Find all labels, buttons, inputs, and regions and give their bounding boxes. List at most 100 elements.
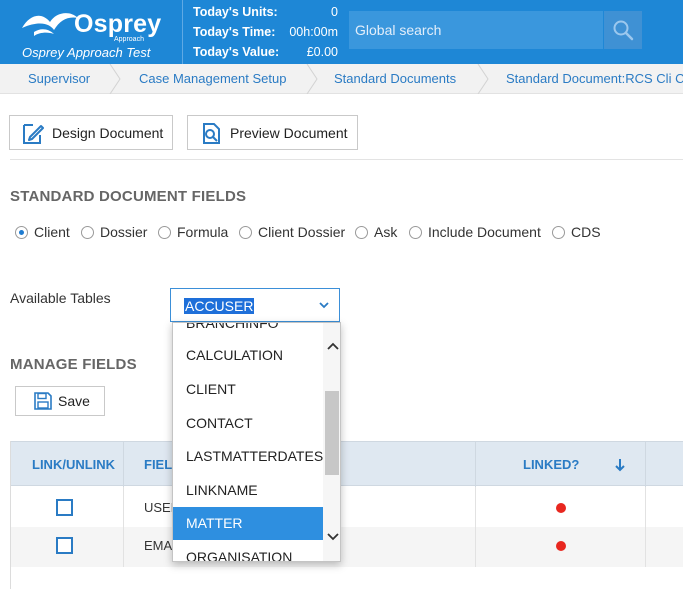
stat-value-total: Today's Value: £0.00 bbox=[193, 43, 343, 63]
brand-tagline: Osprey Approach Test bbox=[22, 45, 151, 60]
preview-document-icon bbox=[203, 122, 220, 144]
dropdown-option-linkname[interactable]: LINKNAME bbox=[173, 474, 324, 507]
radio-button[interactable] bbox=[239, 225, 252, 239]
save-label: Save bbox=[58, 393, 90, 409]
save-button[interactable]: Save bbox=[15, 386, 105, 416]
breadcrumb-standard-documents[interactable]: Standard Documents bbox=[334, 71, 456, 86]
radio-label: Formula bbox=[177, 224, 229, 240]
radio-client-dossier[interactable]: Client Dossier bbox=[239, 224, 345, 240]
osprey-bird-logo-icon bbox=[22, 13, 78, 36]
radio-ask[interactable]: Ask bbox=[355, 224, 397, 240]
cell-divider bbox=[123, 487, 124, 527]
header-divider bbox=[182, 0, 183, 64]
table-row: EMA bbox=[11, 527, 683, 567]
radio-label: Include Document bbox=[428, 224, 541, 240]
radio-label: Ask bbox=[374, 224, 398, 240]
column-divider bbox=[645, 442, 646, 487]
edit-document-icon bbox=[23, 123, 44, 144]
available-tables-label: Available Tables bbox=[10, 290, 111, 306]
manage-fields-table: LINK/UNLINK FIEL LINKED? USEF EMA bbox=[10, 441, 683, 589]
logo[interactable]: Osprey Approach Osprey Approach Test bbox=[10, 4, 180, 62]
search-icon bbox=[613, 20, 634, 41]
selected-table-value: ACCUSER bbox=[184, 298, 255, 314]
design-document-button[interactable]: Design Document bbox=[9, 115, 173, 150]
stat-label: Today's Units: bbox=[193, 5, 278, 19]
today-stats: Today's Units: 0 Today's Time: 00h:00m T… bbox=[193, 3, 343, 63]
standard-document-fields-title: STANDARD DOCUMENT FIELDS bbox=[10, 188, 247, 205]
link-checkbox[interactable] bbox=[56, 499, 73, 516]
stat-label: Today's Value: bbox=[193, 45, 280, 59]
scroll-down-arrow-icon[interactable] bbox=[325, 529, 340, 545]
available-tables-dropdown-list: BRANCHINFO CALCULATION CLIENT CONTACT LA… bbox=[172, 322, 341, 562]
global-search-input[interactable] bbox=[349, 11, 603, 49]
preview-document-label: Preview Document bbox=[230, 124, 348, 141]
dropdown-option-branchinfo[interactable]: BRANCHINFO bbox=[173, 323, 324, 340]
breadcrumb-case-management-setup[interactable]: Case Management Setup bbox=[139, 71, 286, 86]
cell-divider bbox=[645, 527, 646, 567]
radio-button[interactable] bbox=[552, 225, 565, 239]
search-button[interactable] bbox=[604, 11, 642, 49]
chevron-right-icon bbox=[477, 64, 489, 94]
global-search bbox=[349, 11, 603, 49]
radio-button[interactable] bbox=[355, 225, 368, 239]
toolbar-divider bbox=[10, 159, 683, 160]
radio-label: Client Dossier bbox=[258, 224, 346, 240]
stat-time: Today's Time: 00h:00m bbox=[193, 23, 343, 43]
cell-divider bbox=[123, 527, 124, 567]
sort-down-arrow-icon[interactable] bbox=[614, 458, 626, 472]
radio-label: Dossier bbox=[100, 224, 148, 240]
design-document-label: Design Document bbox=[52, 124, 164, 141]
radio-button[interactable] bbox=[158, 225, 171, 239]
radio-button[interactable] bbox=[81, 225, 94, 239]
stat-value: £0.00 bbox=[306, 45, 338, 59]
column-divider bbox=[475, 442, 476, 487]
table-header: LINK/UNLINK FIEL LINKED? bbox=[11, 441, 683, 487]
breadcrumb-supervisor[interactable]: Supervisor bbox=[28, 71, 90, 86]
dropdown-option-lastmatterdates[interactable]: LASTMATTERDATES bbox=[173, 440, 324, 473]
radio-cds[interactable]: CDS bbox=[552, 224, 601, 240]
brand-sub: Approach bbox=[114, 36, 144, 43]
dropdown-option-matter[interactable]: MATTER bbox=[173, 507, 324, 540]
radio-label: Client bbox=[34, 224, 70, 240]
breadcrumb-standard-document[interactable]: Standard Document:RCS Cli Co bbox=[506, 71, 683, 86]
table-row: USEF bbox=[11, 487, 683, 527]
column-divider bbox=[123, 442, 124, 487]
radio-include-document[interactable]: Include Document bbox=[409, 224, 541, 240]
radio-dossier[interactable]: Dossier bbox=[81, 224, 147, 240]
dropdown-option-organisation[interactable]: ORGANISATION bbox=[173, 541, 324, 561]
top-header: Osprey Approach Osprey Approach Test Tod… bbox=[0, 0, 683, 64]
save-icon bbox=[34, 392, 52, 410]
column-header-link-unlink[interactable]: LINK/UNLINK bbox=[32, 457, 115, 472]
cell-divider bbox=[645, 487, 646, 527]
chevron-right-icon bbox=[306, 64, 318, 94]
radio-label: CDS bbox=[571, 224, 601, 240]
brand-name: Osprey bbox=[74, 10, 162, 38]
scrollbar-thumb[interactable] bbox=[325, 391, 339, 475]
stat-label: Today's Time: bbox=[193, 25, 276, 39]
manage-fields-title: MANAGE FIELDS bbox=[10, 356, 137, 373]
radio-button[interactable] bbox=[409, 225, 422, 239]
column-header-field[interactable]: FIEL bbox=[144, 457, 172, 472]
linked-status-dot bbox=[556, 503, 566, 513]
stat-value: 00h:00m bbox=[289, 25, 338, 39]
chevron-right-icon bbox=[109, 64, 121, 94]
stat-value: 0 bbox=[331, 5, 338, 19]
stat-units: Today's Units: 0 bbox=[193, 3, 343, 23]
cell-divider bbox=[475, 527, 476, 567]
linked-status-dot bbox=[556, 541, 566, 551]
link-checkbox[interactable] bbox=[56, 537, 73, 554]
preview-document-button[interactable]: Preview Document bbox=[187, 115, 358, 150]
column-header-linked[interactable]: LINKED? bbox=[523, 457, 579, 472]
cell-divider bbox=[475, 487, 476, 527]
dropdown-option-calculation[interactable]: CALCULATION bbox=[173, 339, 324, 372]
chevron-down-icon bbox=[319, 302, 329, 309]
radio-client[interactable]: Client bbox=[15, 224, 70, 240]
dropdown-option-client[interactable]: CLIENT bbox=[173, 373, 324, 406]
radio-formula[interactable]: Formula bbox=[158, 224, 228, 240]
dropdown-option-contact[interactable]: CONTACT bbox=[173, 407, 324, 440]
breadcrumb: Supervisor Case Management Setup Standar… bbox=[0, 64, 683, 94]
radio-button-checked[interactable] bbox=[15, 225, 28, 239]
scroll-up-arrow-icon[interactable] bbox=[325, 338, 340, 354]
available-tables-select[interactable]: ACCUSER bbox=[170, 288, 340, 322]
field-name-cell: EMA bbox=[144, 538, 173, 553]
